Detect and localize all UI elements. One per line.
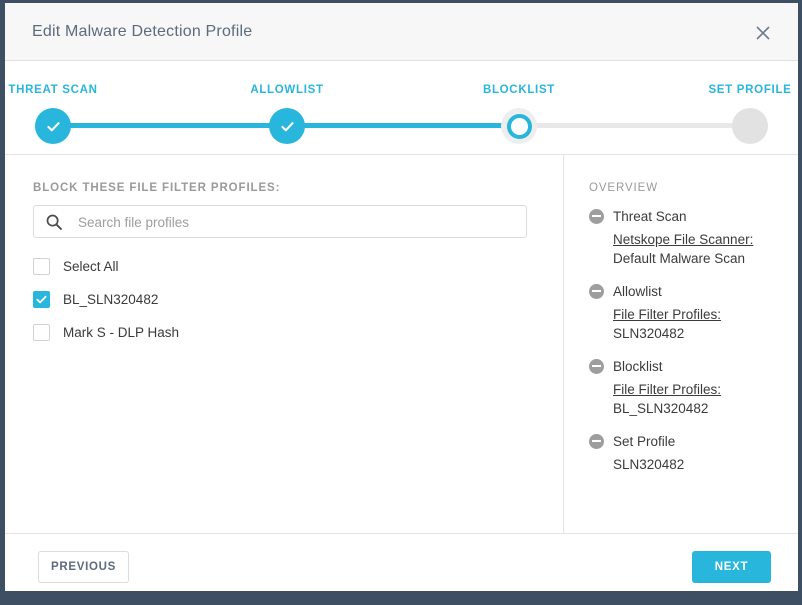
overview-group-header[interactable]: Allowlist xyxy=(589,282,798,300)
stepper-bullet-blocklist-inner xyxy=(506,113,532,139)
search-input[interactable] xyxy=(76,206,520,239)
stepper-label-set-profile: SET PROFILE xyxy=(708,84,792,96)
checkbox-label-mark-s-dlp-hash: Mark S - DLP Hash xyxy=(63,324,180,340)
overview-panel: OVERVIEW Threat Scan Netskope File Scann… xyxy=(564,155,798,533)
minus-circle-icon[interactable] xyxy=(589,283,604,299)
blocklist-panel: BLOCK THESE FILE FILTER PROFILES: Select… xyxy=(5,155,563,533)
checkbox-label-select-all: Select All xyxy=(63,258,119,274)
overview-group-detail: SLN320482 xyxy=(613,455,798,474)
overview-group-header[interactable]: Blocklist xyxy=(589,357,798,375)
edit-malware-detection-profile-modal: Edit Malware Detection Profile THREAT SC… xyxy=(5,3,800,591)
overview-group-header[interactable]: Threat Scan xyxy=(589,207,798,225)
stepper-segment-2 xyxy=(287,123,519,128)
minus-circle-icon[interactable] xyxy=(589,208,604,224)
overview-group-header[interactable]: Set Profile xyxy=(589,432,798,450)
overview-group-detail: File Filter Profiles: SLN320482 xyxy=(613,305,798,343)
wizard-stepper: THREAT SCAN ALLOWLIST BLOCKLIST SET PROF… xyxy=(5,61,798,155)
stepper-bullet-threat-scan[interactable] xyxy=(35,108,71,144)
overview-group-blocklist: Blocklist File Filter Profiles: BL_SLN32… xyxy=(589,357,798,418)
overview-title: OVERVIEW xyxy=(589,182,658,194)
page-title: Edit Malware Detection Profile xyxy=(32,23,253,40)
overview-group-set-profile: Set Profile SLN320482 xyxy=(589,432,798,474)
overview-group-detail: Netskope File Scanner: Default Malware S… xyxy=(613,230,798,268)
overview-detail-value: BL_SLN320482 xyxy=(613,401,709,416)
checkbox-bl-sln320482[interactable] xyxy=(33,290,50,308)
overview-detail-key: File Filter Profiles: xyxy=(613,382,722,397)
overview-group-allowlist: Allowlist File Filter Profiles: SLN32048… xyxy=(589,282,798,343)
minus-circle-icon[interactable] xyxy=(589,433,604,449)
next-button[interactable]: NEXT xyxy=(692,551,771,583)
overview-group-threat-scan: Threat Scan Netskope File Scanner: Defau… xyxy=(589,207,798,268)
overview-group-name: Allowlist xyxy=(613,283,662,299)
stepper-bullet-set-profile[interactable] xyxy=(732,108,768,144)
close-icon[interactable] xyxy=(750,20,776,46)
overview-group-name: Blocklist xyxy=(613,358,663,374)
checkbox-label-bl-sln320482: BL_SLN320482 xyxy=(63,291,159,307)
overview-detail-value: Default Malware Scan xyxy=(613,251,746,266)
checkbox-row-mark-s-dlp-hash[interactable]: Mark S - DLP Hash xyxy=(33,321,179,343)
previous-button[interactable]: PREVIOUS xyxy=(38,551,129,583)
search-icon xyxy=(45,213,63,231)
overview-group-name: Threat Scan xyxy=(613,208,687,224)
stepper-segment-3 xyxy=(519,123,750,128)
stepper-label-blocklist: BLOCKLIST xyxy=(482,84,556,96)
minus-circle-icon[interactable] xyxy=(589,358,604,374)
overview-group-detail: File Filter Profiles: BL_SLN320482 xyxy=(613,380,798,418)
overview-detail-value: SLN320482 xyxy=(613,457,685,472)
app-background: Edit Malware Detection Profile THREAT SC… xyxy=(0,0,802,605)
checkbox-select-all[interactable] xyxy=(33,257,50,275)
checkbox-row-select-all[interactable]: Select All xyxy=(33,255,119,277)
checkbox-row-bl-sln320482[interactable]: BL_SLN320482 xyxy=(33,288,158,310)
stepper-bullet-allowlist[interactable] xyxy=(269,108,305,144)
overview-detail-value: SLN320482 xyxy=(613,326,685,341)
modal-footer: PREVIOUS NEXT xyxy=(5,533,798,591)
stepper-label-allowlist: ALLOWLIST xyxy=(250,84,324,96)
modal-body: BLOCK THESE FILE FILTER PROFILES: Select… xyxy=(5,155,798,533)
stepper-bullet-blocklist[interactable] xyxy=(501,108,537,144)
search-file-profiles-box[interactable] xyxy=(33,205,527,239)
stepper-segment-1 xyxy=(53,123,287,128)
stepper-label-threat-scan: THREAT SCAN xyxy=(8,84,98,96)
checkbox-mark-s-dlp-hash[interactable] xyxy=(33,323,50,341)
overview-detail-key: Netskope File Scanner: xyxy=(613,232,754,247)
modal-header: Edit Malware Detection Profile xyxy=(5,3,798,61)
section-label-block-profiles: BLOCK THESE FILE FILTER PROFILES: xyxy=(33,182,281,194)
overview-group-name: Set Profile xyxy=(613,433,676,449)
overview-detail-key: File Filter Profiles: xyxy=(613,307,722,322)
